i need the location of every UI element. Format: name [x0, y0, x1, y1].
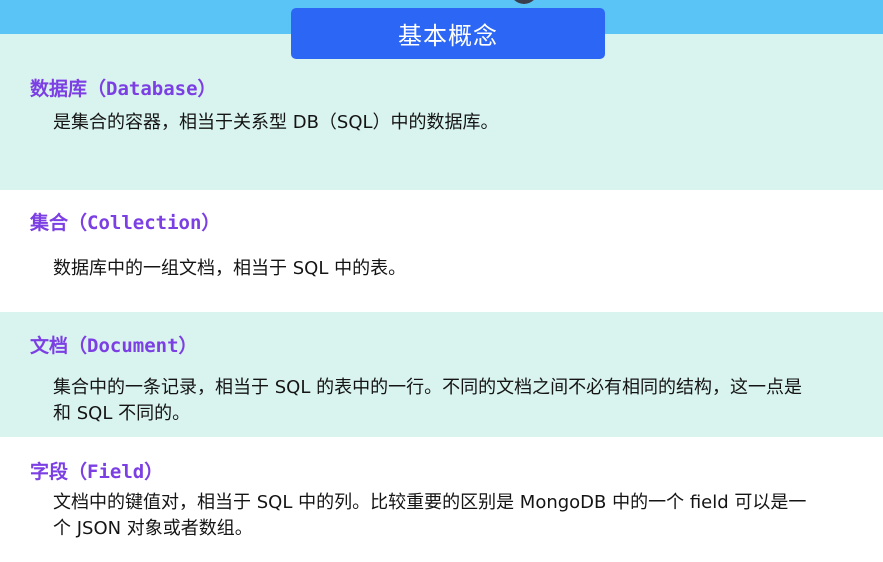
concept-term: 集合（Collection） [30, 212, 221, 234]
concept-section-document: 文档（Document） 集合中的一条记录，相当于 SQL 的表中的一行。不同的… [0, 312, 883, 437]
page-title: 基本概念 [291, 8, 605, 59]
concept-description: 文档中的键值对，相当于 SQL 中的列。比较重要的区别是 MongoDB 中的一… [53, 492, 807, 539]
concept-description: 集合中的一条记录，相当于 SQL 的表中的一行。不同的文档之间不必有相同的结构，… [53, 377, 803, 424]
concept-term: 字段（Field） [30, 461, 164, 483]
concept-description: 是集合的容器，相当于关系型 DB（SQL）中的数据库。 [53, 112, 499, 133]
concept-term: 文档（Document） [30, 335, 198, 357]
concept-description: 数据库中的一组文档，相当于 SQL 中的表。 [53, 258, 407, 279]
concept-term: 数据库（Database） [30, 78, 217, 100]
concept-section-field: 字段（Field） 文档中的键值对，相当于 SQL 中的列。比较重要的区别是 M… [0, 437, 883, 562]
concept-section-collection: 集合（Collection） 数据库中的一组文档，相当于 SQL 中的表。 [0, 190, 883, 312]
